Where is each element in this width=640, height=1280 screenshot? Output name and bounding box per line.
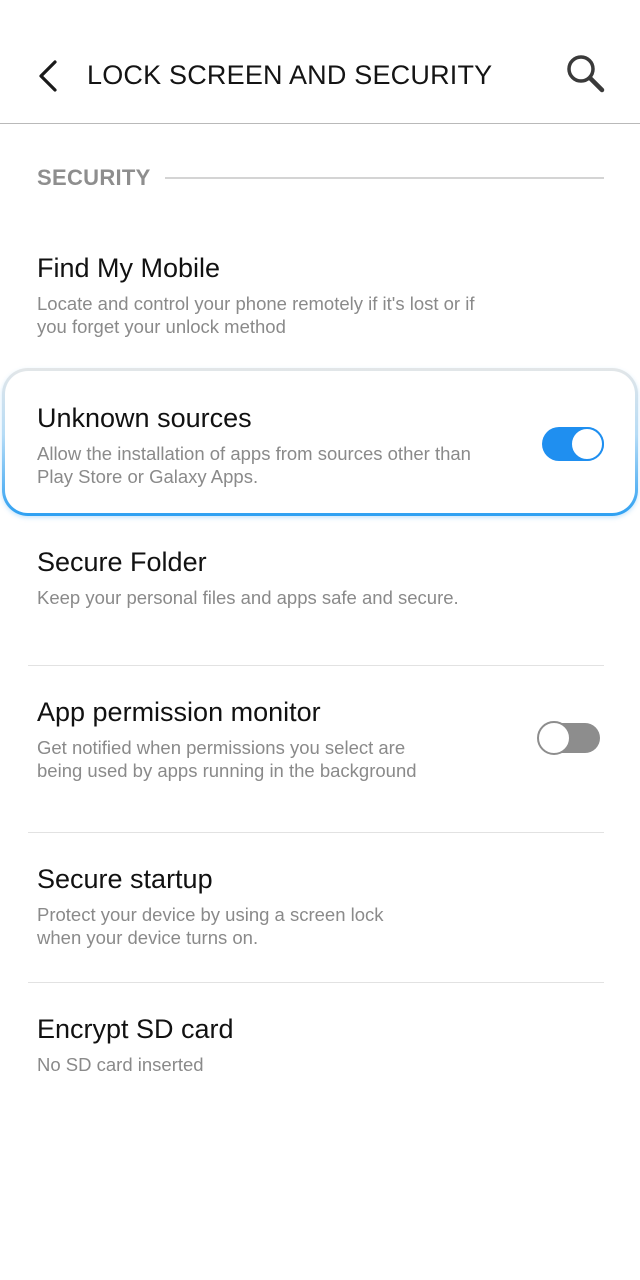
setting-encrypt-sd-card[interactable]: Encrypt SD card No SD card inserted bbox=[0, 999, 640, 1099]
setting-description: Protect your device by using a screen lo… bbox=[37, 904, 384, 948]
list-divider bbox=[28, 982, 604, 983]
unknown-sources-toggle[interactable] bbox=[542, 427, 604, 461]
search-icon bbox=[567, 55, 605, 93]
setting-secure-folder[interactable]: Secure Folder Keep your personal files a… bbox=[0, 532, 640, 664]
section-header-security: SECURITY bbox=[37, 163, 604, 193]
setting-description: Allow the installation of apps from sour… bbox=[37, 443, 471, 487]
setting-secure-startup[interactable]: Secure startup Protect your device by us… bbox=[0, 849, 640, 981]
search-button[interactable] bbox=[560, 48, 610, 98]
chevron-left-icon bbox=[39, 60, 57, 92]
app-bar: LOCK SCREEN AND SECURITY bbox=[0, 0, 640, 124]
setting-title: Find My Mobile bbox=[37, 253, 221, 283]
setting-app-permission-monitor[interactable]: App permission monitor Get notified when… bbox=[0, 682, 640, 832]
app-permission-monitor-toggle[interactable] bbox=[537, 721, 600, 755]
setting-find-my-mobile[interactable]: Find My Mobile Locate and control your p… bbox=[0, 238, 640, 362]
setting-description: Locate and control your phone remotely i… bbox=[37, 293, 475, 337]
section-divider bbox=[164, 177, 604, 179]
section-label: SECURITY bbox=[37, 165, 151, 190]
page-title: LOCK SCREEN AND SECURITY bbox=[87, 60, 493, 90]
setting-title: Secure startup bbox=[37, 864, 213, 894]
list-divider bbox=[28, 665, 604, 666]
setting-title: Unknown sources bbox=[37, 403, 252, 433]
setting-title: Encrypt SD card bbox=[37, 1014, 234, 1044]
setting-unknown-sources[interactable]: Unknown sources Allow the installation o… bbox=[0, 388, 640, 508]
setting-title: Secure Folder bbox=[37, 547, 207, 577]
setting-description: No SD card inserted bbox=[37, 1054, 204, 1075]
setting-description: Keep your personal files and apps safe a… bbox=[37, 587, 459, 608]
back-button[interactable] bbox=[26, 52, 70, 100]
setting-title: App permission monitor bbox=[37, 697, 321, 727]
list-divider bbox=[28, 832, 604, 833]
toggle-knob bbox=[570, 427, 604, 461]
setting-description: Get notified when permissions you select… bbox=[37, 737, 417, 781]
toggle-knob bbox=[537, 721, 571, 755]
